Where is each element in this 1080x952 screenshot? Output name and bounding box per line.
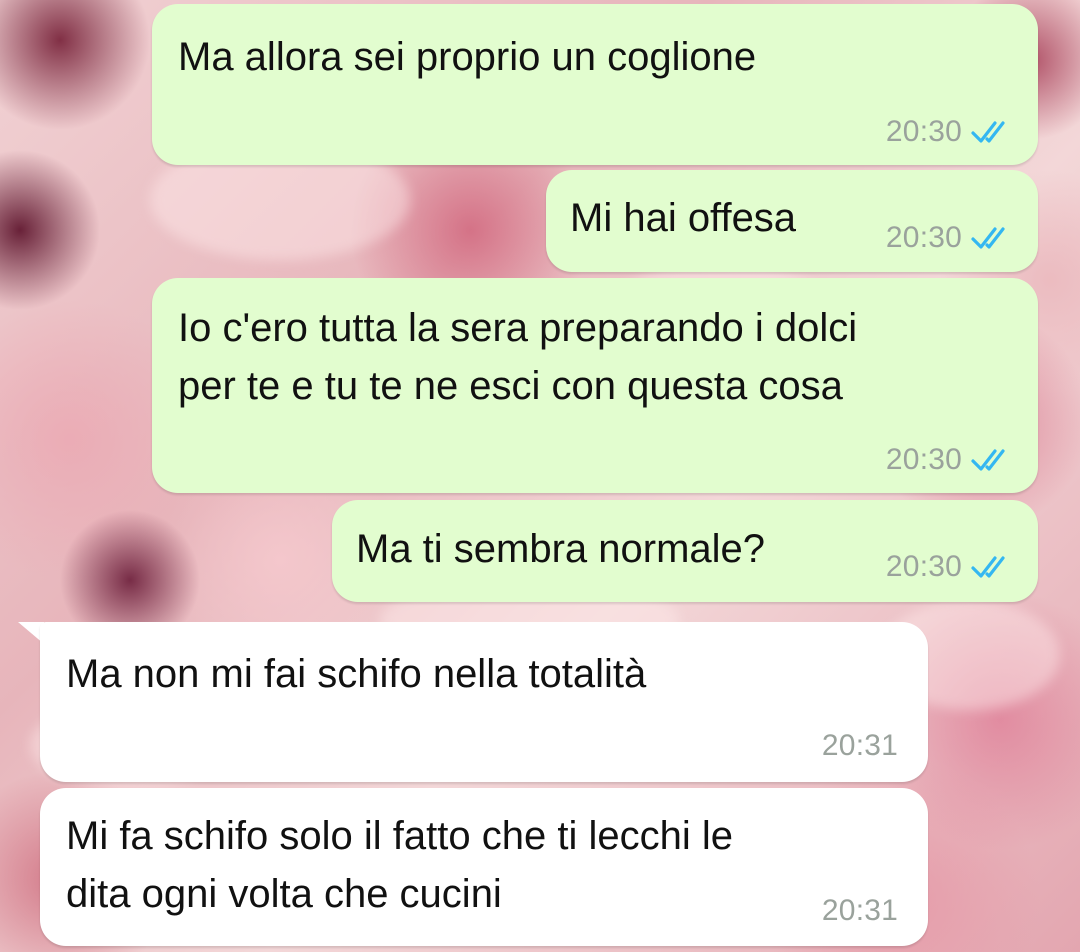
message-meta: 20:30 (886, 549, 1016, 585)
message-bubble-outgoing[interactable]: Mi hai offesa 20:30 (546, 170, 1038, 272)
message-text: Io c'ero tutta la sera preparando i dolc… (178, 306, 858, 408)
message-text: Mi hai offesa (570, 196, 797, 240)
double-check-icon (971, 449, 1005, 471)
message-time: 20:30 (885, 115, 962, 148)
double-check-icon (971, 121, 1005, 143)
message-text: Mi fa schifo solo il fatto che ti lecchi… (66, 814, 733, 916)
double-check-icon (971, 556, 1005, 578)
message-meta: 20:30 (886, 220, 1016, 256)
message-text: Ma ti sembra normale? (356, 527, 766, 571)
message-bubble-outgoing[interactable]: Ma allora sei proprio un coglione 20:30 (152, 4, 1038, 165)
message-meta: 20:31 (822, 893, 898, 929)
message-time: 20:31 (821, 729, 898, 762)
message-text: Ma non mi fai schifo nella totalità (66, 652, 647, 696)
message-time: 20:31 (821, 894, 898, 927)
message-bubble-outgoing[interactable]: Io c'ero tutta la sera preparando i dolc… (152, 278, 1038, 493)
message-meta: 20:31 (822, 728, 898, 764)
message-text: Ma allora sei proprio un coglione (178, 35, 757, 79)
message-bubble-incoming[interactable]: Mi fa schifo solo il fatto che ti lecchi… (40, 788, 928, 946)
message-time: 20:30 (885, 221, 962, 254)
message-bubble-outgoing[interactable]: Ma ti sembra normale? 20:30 (332, 500, 1038, 602)
double-check-icon (971, 227, 1005, 249)
message-meta: 20:30 (886, 114, 1016, 150)
message-meta: 20:30 (886, 442, 1016, 478)
message-bubble-incoming[interactable]: Ma non mi fai schifo nella totalità 20:3… (40, 622, 928, 782)
message-time: 20:30 (885, 443, 962, 476)
message-time: 20:30 (885, 550, 962, 583)
